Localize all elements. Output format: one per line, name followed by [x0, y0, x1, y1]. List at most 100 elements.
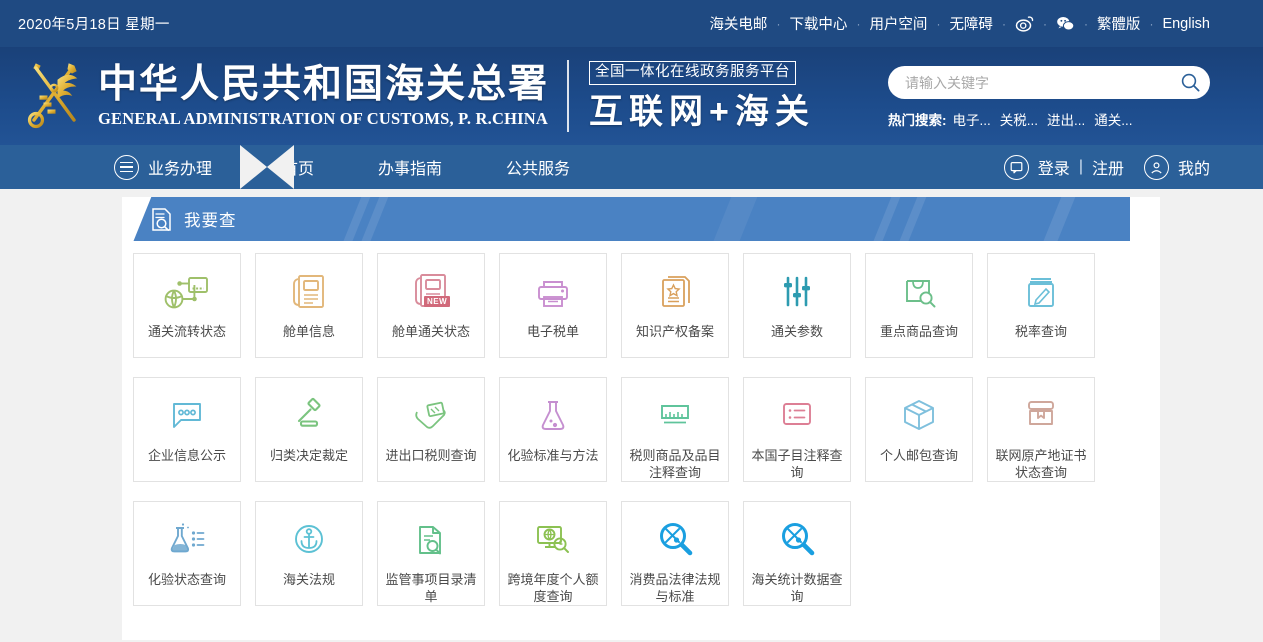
main-nav: 业务办理 首页 办事指南 公共服务 登录 | 注册 我的 [0, 145, 1263, 189]
section-title: 我要查 [184, 207, 237, 231]
nav-bowtie-divider [240, 145, 294, 189]
top-link-english[interactable]: English [1162, 16, 1210, 32]
top-link-separator: · [767, 17, 789, 31]
hamburger-icon[interactable] [114, 155, 139, 180]
card-label: 归类决定裁定 [262, 447, 356, 464]
card-cross-border-annual-quota-query[interactable]: 跨境年度个人额度查询 [499, 501, 607, 606]
card-import-export-tariff-query[interactable]: 进出口税则查询 [377, 377, 485, 482]
card-enterprise-info-disclosure[interactable]: 企业信息公示 [133, 377, 241, 482]
nav-item-guide[interactable]: 办事指南 [378, 155, 442, 179]
flask-list-icon [163, 511, 211, 569]
hot-search-item-4[interactable]: 通关... [1094, 109, 1132, 129]
ruler-icon [651, 387, 699, 445]
card-label: 进出口税则查询 [384, 447, 478, 464]
card-label: 通关参数 [750, 323, 844, 340]
search-icon [1180, 72, 1201, 93]
card-label: 电子税单 [506, 323, 600, 340]
customs-emblem-icon [20, 58, 88, 134]
top-link-user-space[interactable]: 用户空间 [869, 13, 927, 34]
hot-search-item-2[interactable]: 关税... [1000, 109, 1038, 129]
top-link-traditional-chinese[interactable]: 繁體版 [1097, 13, 1141, 34]
card-supervision-catalog-list[interactable]: 监管事项目录清单 [377, 501, 485, 606]
card-tariff-commodity-notes-query[interactable]: 税则商品及品目注释查询 [621, 377, 729, 482]
my-account-link[interactable]: 我的 [1178, 155, 1210, 179]
platform-name: 互联网+海关 [589, 92, 815, 132]
top-link-separator: · [1075, 17, 1097, 31]
section-header-stripes [122, 197, 1130, 241]
card-label: 舱单通关状态 [384, 323, 478, 340]
card-label: 税则商品及品目注释查询 [628, 447, 722, 481]
card-clearance-parameters[interactable]: 通关参数 [743, 253, 851, 358]
top-link-separator: · [847, 17, 869, 31]
card-manifest-info[interactable]: 舱单信息 [255, 253, 363, 358]
card-key-commodity-query[interactable]: 重点商品查询 [865, 253, 973, 358]
login-link[interactable]: 登录 [1038, 155, 1070, 179]
site-title-block: 中华人民共和国海关总署 GENERAL ADMINISTRATION OF CU… [98, 62, 549, 130]
card-label: 通关流转状态 [140, 323, 234, 340]
printer-icon [529, 263, 577, 321]
card-classification-ruling[interactable]: 归类决定裁定 [255, 377, 363, 482]
card-label: 个人邮包查询 [872, 447, 966, 464]
top-link-customs-email[interactable]: 海关电邮 [709, 13, 767, 34]
platform-tagline: 全国一体化在线政务服务平台 [589, 61, 796, 85]
hot-search-item-3[interactable]: 进出... [1047, 109, 1085, 129]
card-label: 化验状态查询 [140, 571, 234, 588]
nav-divider: | [1070, 158, 1092, 176]
card-lab-standards-methods[interactable]: 化验标准与方法 [499, 377, 607, 482]
card-customs-regulations[interactable]: 海关法规 [255, 501, 363, 606]
manifest-clearance-icon [407, 263, 455, 321]
parcel-box-icon [895, 387, 943, 445]
wechat-icon[interactable] [1056, 14, 1075, 33]
top-link-accessibility[interactable]: 无障碍 [949, 13, 993, 34]
message-box-icon[interactable] [1004, 155, 1029, 180]
search-area: 热门搜索: 电子... 关税... 进出... 通关... [888, 66, 1210, 129]
card-national-subheading-notes-query[interactable]: 本国子目注释查询 [743, 377, 851, 482]
top-link-separator: · [1140, 17, 1162, 31]
service-card-grid: 通关流转状态 舱单信息 [122, 241, 1160, 625]
content-stage: 我要查 [0, 189, 1263, 640]
card-label: 舱单信息 [262, 323, 356, 340]
user-circle-icon[interactable] [1144, 155, 1169, 180]
nav-user-area: 登录 | 注册 我的 [1004, 155, 1210, 180]
section-header-query: 我要查 [122, 197, 1130, 241]
card-electronic-tax-bill[interactable]: 电子税单 [499, 253, 607, 358]
hot-search-item-1[interactable]: 电子... [953, 109, 991, 129]
card-ipr-record[interactable]: 知识产权备案 [621, 253, 729, 358]
masthead-divider [567, 60, 569, 132]
hot-search-label: 热门搜索: [888, 109, 947, 129]
certificate-star-icon [651, 263, 699, 321]
monitor-search-icon [529, 511, 577, 569]
card-manifest-clearance-status[interactable]: NEW 舱单通关状态 [377, 253, 485, 358]
list-card-icon [773, 387, 821, 445]
card-label: 知识产权备案 [628, 323, 722, 340]
card-customs-statistics-query[interactable]: 海关统计数据查询 [743, 501, 851, 606]
card-label: 税率查询 [994, 323, 1088, 340]
gavel-icon [285, 387, 333, 445]
card-origin-certificate-status-query[interactable]: 联网原产地证书状态查询 [987, 377, 1095, 482]
card-consumer-goods-laws-standards[interactable]: 消费品法律法规与标准 [621, 501, 729, 606]
top-link-download-center[interactable]: 下载中心 [789, 13, 847, 34]
card-label: 化验标准与方法 [506, 447, 600, 464]
card-tariff-rate-query[interactable]: 税率查询 [987, 253, 1095, 358]
card-label: 海关法规 [262, 571, 356, 588]
document-search-icon [148, 206, 175, 233]
globe-network-icon [161, 263, 213, 321]
search-box[interactable] [888, 66, 1210, 99]
flask-icon [529, 387, 577, 445]
register-link[interactable]: 注册 [1092, 155, 1124, 179]
nav-item-business[interactable]: 业务办理 [114, 155, 212, 180]
platform-brand: 全国一体化在线政务服务平台 互联网+海关 [589, 61, 815, 132]
weibo-icon[interactable] [1015, 14, 1034, 33]
card-personal-parcel-query[interactable]: 个人邮包查询 [865, 377, 973, 482]
nav-item-public-service[interactable]: 公共服务 [506, 155, 570, 179]
search-button[interactable] [1176, 69, 1204, 97]
card-label: 海关统计数据查询 [750, 571, 844, 605]
card-customs-clearance-status[interactable]: 通关流转状态 [133, 253, 241, 358]
card-lab-status-query[interactable]: 化验状态查询 [133, 501, 241, 606]
card-label: 联网原产地证书状态查询 [994, 447, 1088, 481]
search-input[interactable] [905, 75, 1176, 91]
nav-business-label: 业务办理 [148, 155, 212, 179]
card-label: 跨境年度个人额度查询 [506, 571, 600, 605]
top-link-separator: · [1034, 17, 1056, 31]
book-pen-icon [1017, 263, 1065, 321]
